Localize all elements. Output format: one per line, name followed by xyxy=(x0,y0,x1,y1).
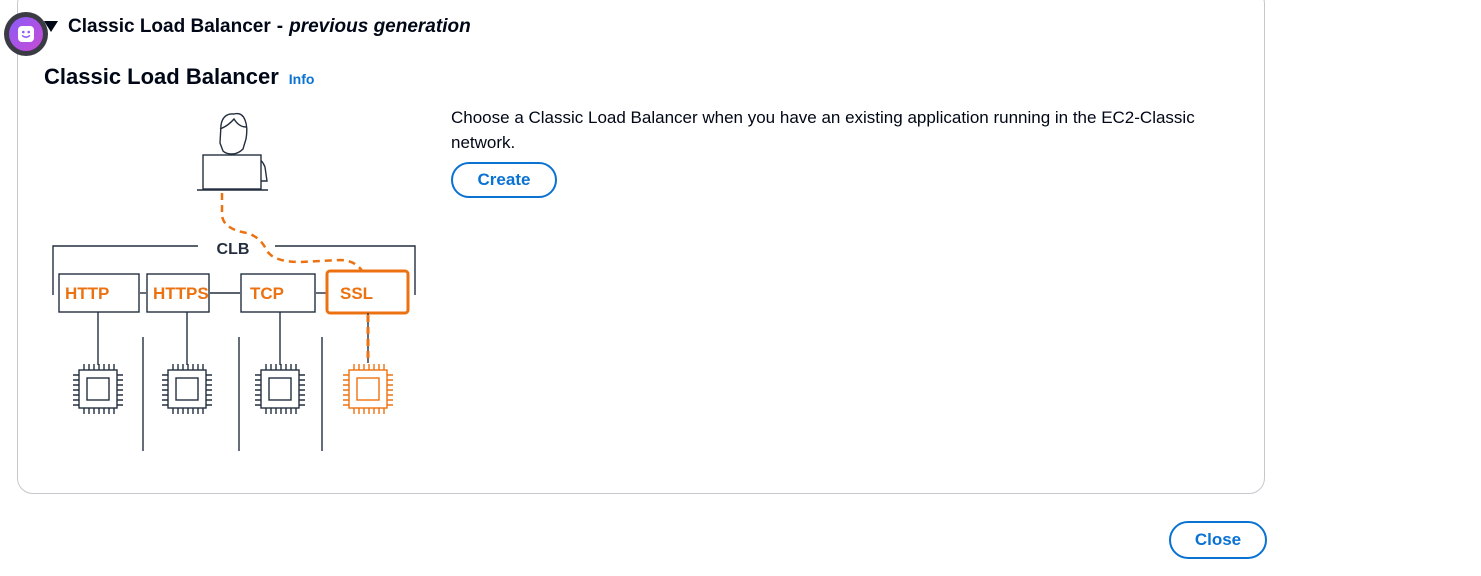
traffic-path xyxy=(220,193,365,273)
card-heading: Classic Load Balancer Info xyxy=(44,64,314,90)
info-link[interactable]: Info xyxy=(289,71,315,87)
listener-label: HTTPS xyxy=(153,284,209,303)
chip-icon xyxy=(162,364,212,414)
section-expander[interactable]: Classic Load Balancer - previous generat… xyxy=(44,16,471,38)
listener-label: TCP xyxy=(250,284,284,303)
assistant-avatar[interactable] xyxy=(4,12,48,56)
chip-icon xyxy=(73,364,123,414)
page-title: Classic Load Balancer xyxy=(44,64,279,89)
section-title: Classic Load Balancer xyxy=(68,16,271,37)
listener-label: SSL xyxy=(340,284,373,303)
clb-diagram: CLB HTTP HTTPS TCP SSL xyxy=(52,112,416,451)
close-button[interactable]: Close xyxy=(1169,521,1267,559)
chip-icon xyxy=(255,364,305,414)
create-button[interactable]: Create xyxy=(451,162,557,198)
chip-icon-highlighted xyxy=(343,364,393,414)
card-description: Choose a Classic Load Balancer when you … xyxy=(451,108,1195,152)
listener-label: HTTP xyxy=(65,284,109,303)
assistant-face-icon xyxy=(9,17,43,51)
section-subtitle: previous generation xyxy=(289,16,471,37)
user-laptop-icon xyxy=(197,112,268,191)
clb-label: CLB xyxy=(217,241,250,258)
section-separator: - xyxy=(276,16,284,37)
